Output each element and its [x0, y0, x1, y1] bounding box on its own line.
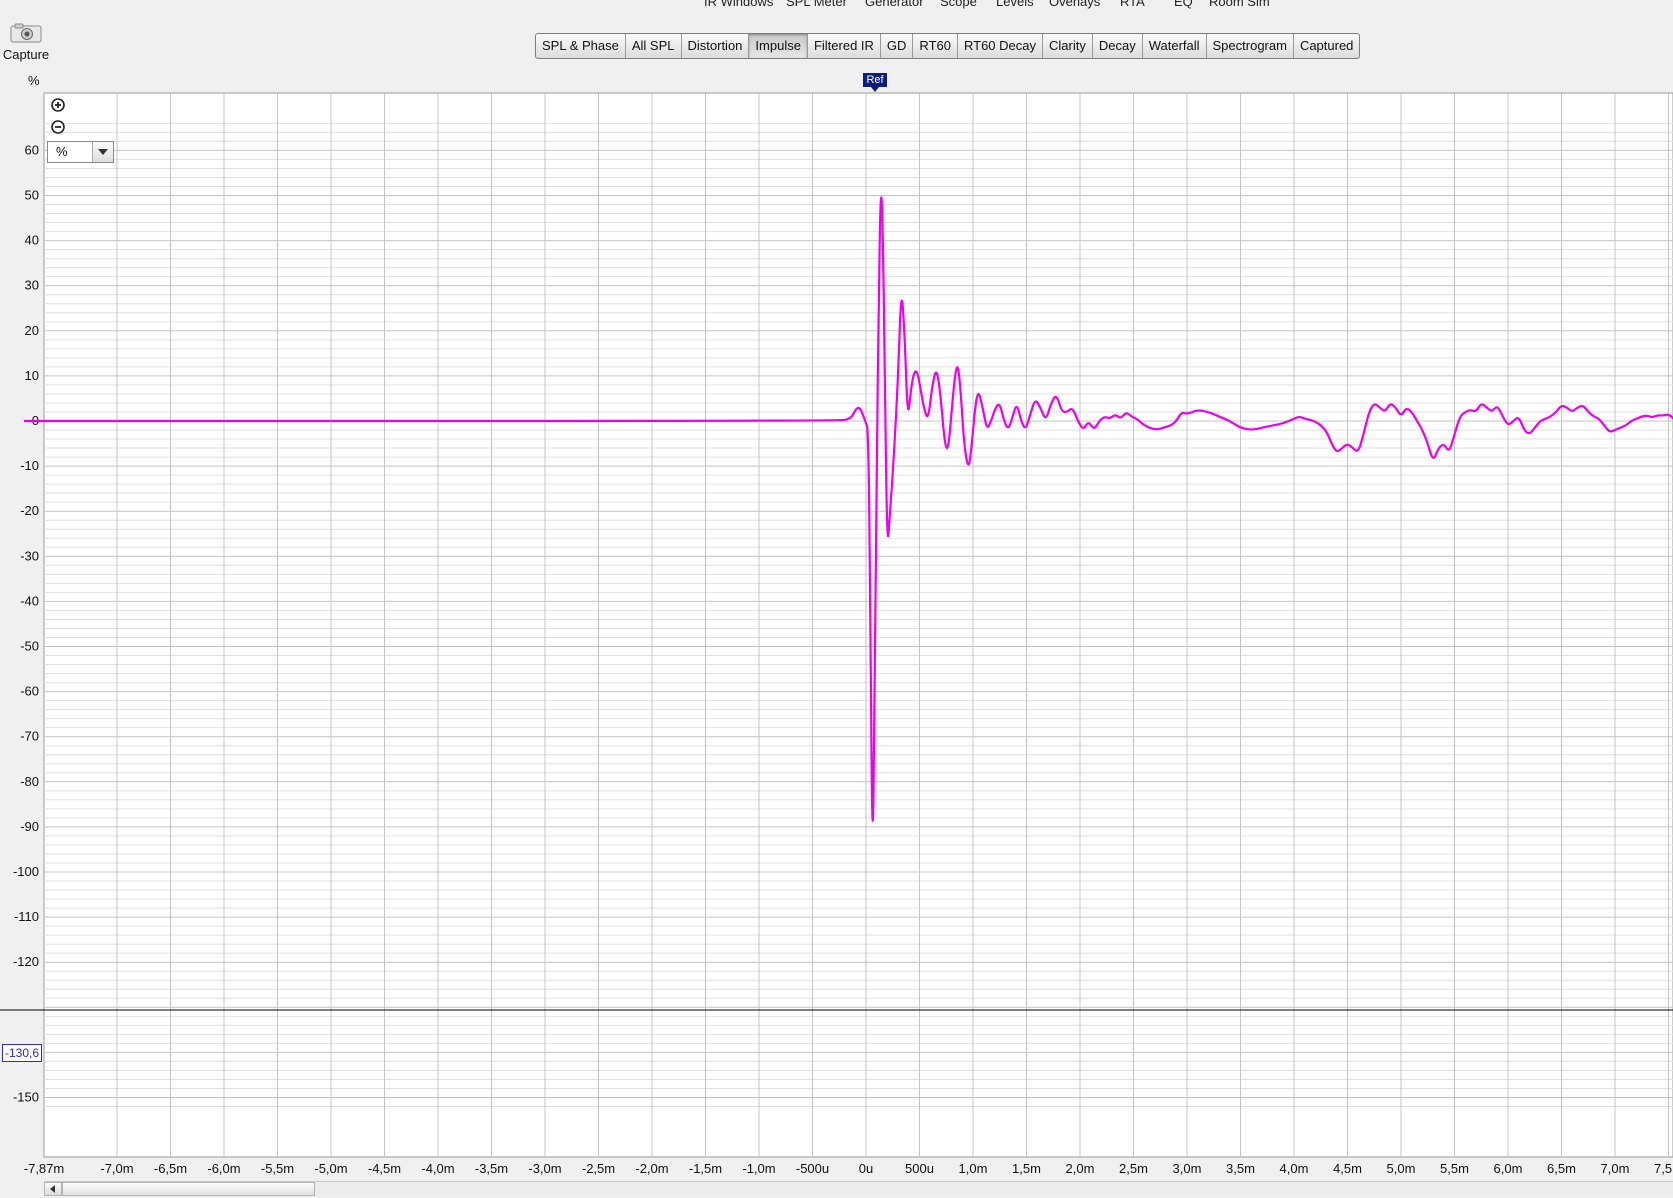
x-tick-label: 5,0m	[1387, 1161, 1416, 1176]
y-tick-label: -20	[20, 503, 39, 518]
horizontal-scrollbar[interactable]	[44, 1181, 1673, 1196]
y-tick-label: 10	[25, 368, 39, 383]
x-tick-label: -5,5m	[261, 1161, 294, 1176]
y-tick-label: 60	[25, 142, 39, 157]
y-tick-label: -150	[13, 1090, 39, 1105]
cursor-readout: -130,6	[2, 1044, 43, 1062]
y-tick-label: -60	[20, 684, 39, 699]
x-tick-label: -3,5m	[475, 1161, 508, 1176]
y-tick-label: -30	[20, 548, 39, 563]
x-tick-label: 2,0m	[1066, 1161, 1095, 1176]
y-tick-label: 30	[25, 278, 39, 293]
x-tick-label: -7,0m	[100, 1161, 133, 1176]
x-tick-label: -2,0m	[635, 1161, 668, 1176]
y-tick-label: -40	[20, 593, 39, 608]
x-tick-label: 0u	[859, 1161, 873, 1176]
x-tick-label: 4,5m	[1333, 1161, 1362, 1176]
y-tick-label: -120	[13, 954, 39, 969]
scroll-left-button[interactable]	[44, 1182, 62, 1196]
x-tick-labels: -7,87m -7,0m -6,5m -6,0m -5,5m -5,0m -4,5m -4,0…	[24, 1161, 1673, 1176]
unit-select[interactable]: %	[47, 141, 114, 163]
x-tick-label: 3,5m	[1226, 1161, 1255, 1176]
y-tick-label: -50	[20, 639, 39, 654]
scrollbar-thumb[interactable]	[62, 1182, 315, 1196]
impulse-plot[interactable]: 6050403020100-10-20-30-40-50-60-70-80-90…	[0, 0, 1673, 1180]
unit-select-value: %	[56, 144, 68, 159]
x-tick-label: 4,0m	[1280, 1161, 1309, 1176]
chevron-down-icon	[92, 142, 113, 162]
x-tick-label: -500u	[796, 1161, 829, 1176]
x-tick-label: -6,5m	[154, 1161, 187, 1176]
x-tick-label: 7,5m	[1654, 1161, 1673, 1176]
y-tick-label: -110	[14, 909, 39, 924]
x-tick-label: -4,0m	[421, 1161, 454, 1176]
plot-background	[43, 92, 1673, 1158]
x-tick-label: 1,5m	[1012, 1161, 1041, 1176]
x-tick-label: -5,0m	[314, 1161, 347, 1176]
x-tick-label: -3,0m	[528, 1161, 561, 1176]
x-tick-label: -4,5m	[368, 1161, 401, 1176]
y-tick-label: -100	[13, 864, 39, 879]
x-tick-label: -2,5m	[582, 1161, 615, 1176]
y-tick-label: -70	[20, 729, 39, 744]
x-tick-label: 3,0m	[1173, 1161, 1202, 1176]
y-tick-label: 40	[25, 233, 39, 248]
arrow-left-icon	[50, 1185, 55, 1193]
y-tick-label: 20	[25, 323, 39, 338]
x-tick-label: 2,5m	[1119, 1161, 1148, 1176]
zoom-in-icon[interactable]	[51, 98, 65, 112]
y-tick-labels: 6050403020100-10-20-30-40-50-60-70-80-90…	[13, 142, 39, 1104]
y-tick-label: -10	[20, 458, 39, 473]
x-tick-label: -7,87m	[24, 1161, 64, 1176]
zoom-out-icon[interactable]	[51, 120, 65, 134]
y-tick-label: -90	[20, 819, 39, 834]
x-tick-label: -6,0m	[207, 1161, 240, 1176]
ref-marker[interactable]: Ref	[863, 73, 887, 92]
x-tick-label: 1,0m	[959, 1161, 988, 1176]
x-tick-label: 5,5m	[1440, 1161, 1469, 1176]
x-tick-label: 6,0m	[1494, 1161, 1523, 1176]
y-tick-label: -80	[20, 774, 39, 789]
x-tick-label: 6,5m	[1547, 1161, 1576, 1176]
x-tick-label: 7,0m	[1601, 1161, 1630, 1176]
y-tick-label: 50	[25, 188, 39, 203]
x-tick-label: -1,5m	[689, 1161, 722, 1176]
x-tick-label: -1,0m	[742, 1161, 775, 1176]
x-tick-label: 500u	[905, 1161, 934, 1176]
